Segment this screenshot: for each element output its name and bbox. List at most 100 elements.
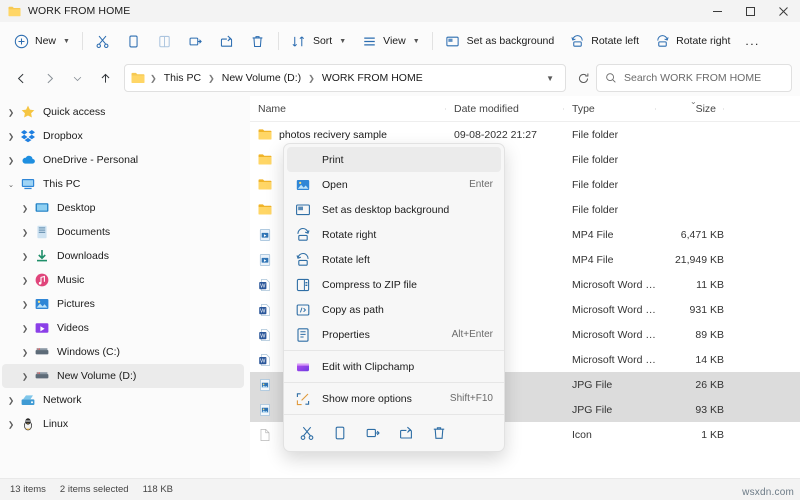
set-as-background-button[interactable]: Set as background <box>438 27 562 55</box>
view-button[interactable]: View ▼ <box>354 27 427 55</box>
rotate-right-button[interactable]: Rotate right <box>647 27 737 55</box>
menu-item-copy-as-path[interactable]: Copy as path <box>287 297 501 322</box>
jpg-icon <box>258 378 272 392</box>
chevron-right-icon[interactable]: ❯ <box>16 372 34 381</box>
forward-button[interactable] <box>36 65 62 91</box>
sidebar-item-videos[interactable]: ❯ Videos <box>2 316 244 340</box>
sidebar-item-network[interactable]: ❯ Network <box>2 388 244 412</box>
column-header-name[interactable]: Name <box>250 103 446 115</box>
share-button[interactable] <box>212 27 242 55</box>
title-bar: WORK FROM HOME <box>0 0 800 22</box>
sidebar-item-onedrive-personal[interactable]: ❯ OneDrive - Personal <box>2 148 244 172</box>
watermark: wsxdn.com <box>742 487 794 498</box>
sidebar-item-music[interactable]: ❯ Music <box>2 268 244 292</box>
menu-item-accelerator: Shift+F10 <box>449 393 493 404</box>
copy-icon[interactable] <box>326 420 354 446</box>
sidebar-item-documents[interactable]: ❯ Documents <box>2 220 244 244</box>
chevron-down-icon[interactable]: ▼ <box>541 74 559 83</box>
column-header-size[interactable]: Size <box>656 103 724 115</box>
breadcrumb-item-1[interactable]: New Volume (D:) <box>218 70 305 86</box>
clipchamp-icon <box>295 359 311 375</box>
chevron-right-icon[interactable]: ❯ <box>2 132 20 141</box>
chevron-right-icon[interactable]: ❯ <box>2 396 20 405</box>
rotate-left-button[interactable]: Rotate left <box>562 27 646 55</box>
delete-icon[interactable] <box>425 420 453 446</box>
breadcrumb[interactable]: ❯ This PC ❯ New Volume (D:) ❯ WORK FROM … <box>124 64 566 92</box>
menu-divider <box>284 414 504 415</box>
new-button[interactable]: New ▼ <box>6 27 77 55</box>
sort-button[interactable]: Sort ▼ <box>284 27 353 55</box>
maximize-icon[interactable] <box>734 0 767 22</box>
chevron-right-icon[interactable]: ❯ <box>2 420 20 429</box>
chevron-right-icon[interactable]: ❯ <box>16 276 34 285</box>
paste-icon <box>157 33 173 49</box>
share-icon[interactable] <box>392 420 420 446</box>
menu-item-edit-with-clipchamp[interactable]: Edit with Clipchamp <box>287 354 501 379</box>
pc-icon <box>20 176 36 192</box>
cut-icon[interactable] <box>293 420 321 446</box>
menu-item-rotate-left[interactable]: Rotate left <box>287 247 501 272</box>
chevron-right-icon[interactable]: ❯ <box>16 300 34 309</box>
paste-button[interactable] <box>150 27 180 55</box>
recent-locations-button[interactable] <box>64 65 90 91</box>
chevron-right-icon[interactable]: ❯ <box>16 348 34 357</box>
sidebar-item-downloads[interactable]: ❯ Downloads <box>2 244 244 268</box>
cell-type: MP4 File <box>572 228 614 241</box>
chevron-right-icon[interactable]: ❯ <box>16 204 34 213</box>
column-header-date[interactable]: Date modified <box>446 103 564 115</box>
close-icon[interactable] <box>767 0 800 22</box>
sidebar-item-this-pc[interactable]: ⌄ This PC <box>2 172 244 196</box>
more-options-button[interactable]: ... <box>738 27 767 55</box>
sidebar-item-windows-c[interactable]: ❯ Windows (C:) <box>2 340 244 364</box>
breadcrumb-item-2[interactable]: WORK FROM HOME <box>318 70 427 86</box>
menu-item-properties[interactable]: Properties Alt+Enter <box>287 322 501 347</box>
menu-item-label: Set as desktop background <box>322 203 450 216</box>
breadcrumb-separator: ❯ <box>150 73 157 83</box>
cell-type: File folder <box>572 203 619 216</box>
refresh-button[interactable] <box>572 72 594 85</box>
delete-button[interactable] <box>243 27 273 55</box>
menu-item-open[interactable]: Open Enter <box>287 172 501 197</box>
chevron-right-icon[interactable]: ❯ <box>2 156 20 165</box>
minimize-icon[interactable] <box>701 0 734 22</box>
set-background-icon <box>445 33 461 49</box>
column-header-type[interactable]: Type ⌄ <box>564 97 697 115</box>
menu-item-compress-to-zip-file[interactable]: Compress to ZIP file <box>287 272 501 297</box>
desktop-icon <box>34 200 50 216</box>
chevron-right-icon[interactable]: ❯ <box>16 324 34 333</box>
sidebar-item-new-volume-d[interactable]: ❯ New Volume (D:) <box>2 364 244 388</box>
copy-button[interactable] <box>119 27 149 55</box>
sidebar-item-label: Desktop <box>57 202 96 214</box>
chevron-right-icon[interactable]: ❯ <box>16 252 34 261</box>
menu-item-show-more-options[interactable]: Show more options Shift+F10 <box>287 386 501 411</box>
cut-icon <box>95 33 111 49</box>
breadcrumb-separator: ❯ <box>208 73 215 83</box>
cell-type: Microsoft Word D... <box>572 328 656 341</box>
cell-size: 1 KB <box>701 428 724 441</box>
menu-item-set-as-desktop-background[interactable]: Set as desktop background <box>287 197 501 222</box>
rename-icon[interactable] <box>359 420 387 446</box>
chevron-down-icon[interactable]: ⌄ <box>2 180 20 189</box>
back-button[interactable] <box>8 65 34 91</box>
menu-item-print[interactable]: Print <box>287 147 501 172</box>
copy-path-icon <box>295 302 311 318</box>
sidebar-item-linux[interactable]: ❯ Linux <box>2 412 244 436</box>
context-menu-icon-row <box>284 418 504 448</box>
menu-item-rotate-right[interactable]: Rotate right <box>287 222 501 247</box>
search-box[interactable]: Search WORK FROM HOME <box>596 64 792 92</box>
cut-button[interactable] <box>88 27 118 55</box>
sidebar-item-label: Downloads <box>57 250 109 262</box>
sidebar-item-dropbox[interactable]: ❯ Dropbox <box>2 124 244 148</box>
column-divider[interactable] <box>723 107 724 110</box>
sidebar-item-quick-access[interactable]: ❯ Quick access <box>2 100 244 124</box>
drive-icon <box>34 344 50 360</box>
network-icon <box>20 392 36 408</box>
chevron-right-icon[interactable]: ❯ <box>16 228 34 237</box>
up-button[interactable] <box>92 65 118 91</box>
rename-button[interactable] <box>181 27 211 55</box>
chevron-right-icon[interactable]: ❯ <box>2 108 20 117</box>
sidebar-item-desktop[interactable]: ❯ Desktop <box>2 196 244 220</box>
breadcrumb-item-0[interactable]: This PC <box>160 70 205 86</box>
chevron-down-icon: ▼ <box>412 37 420 45</box>
sidebar-item-pictures[interactable]: ❯ Pictures <box>2 292 244 316</box>
